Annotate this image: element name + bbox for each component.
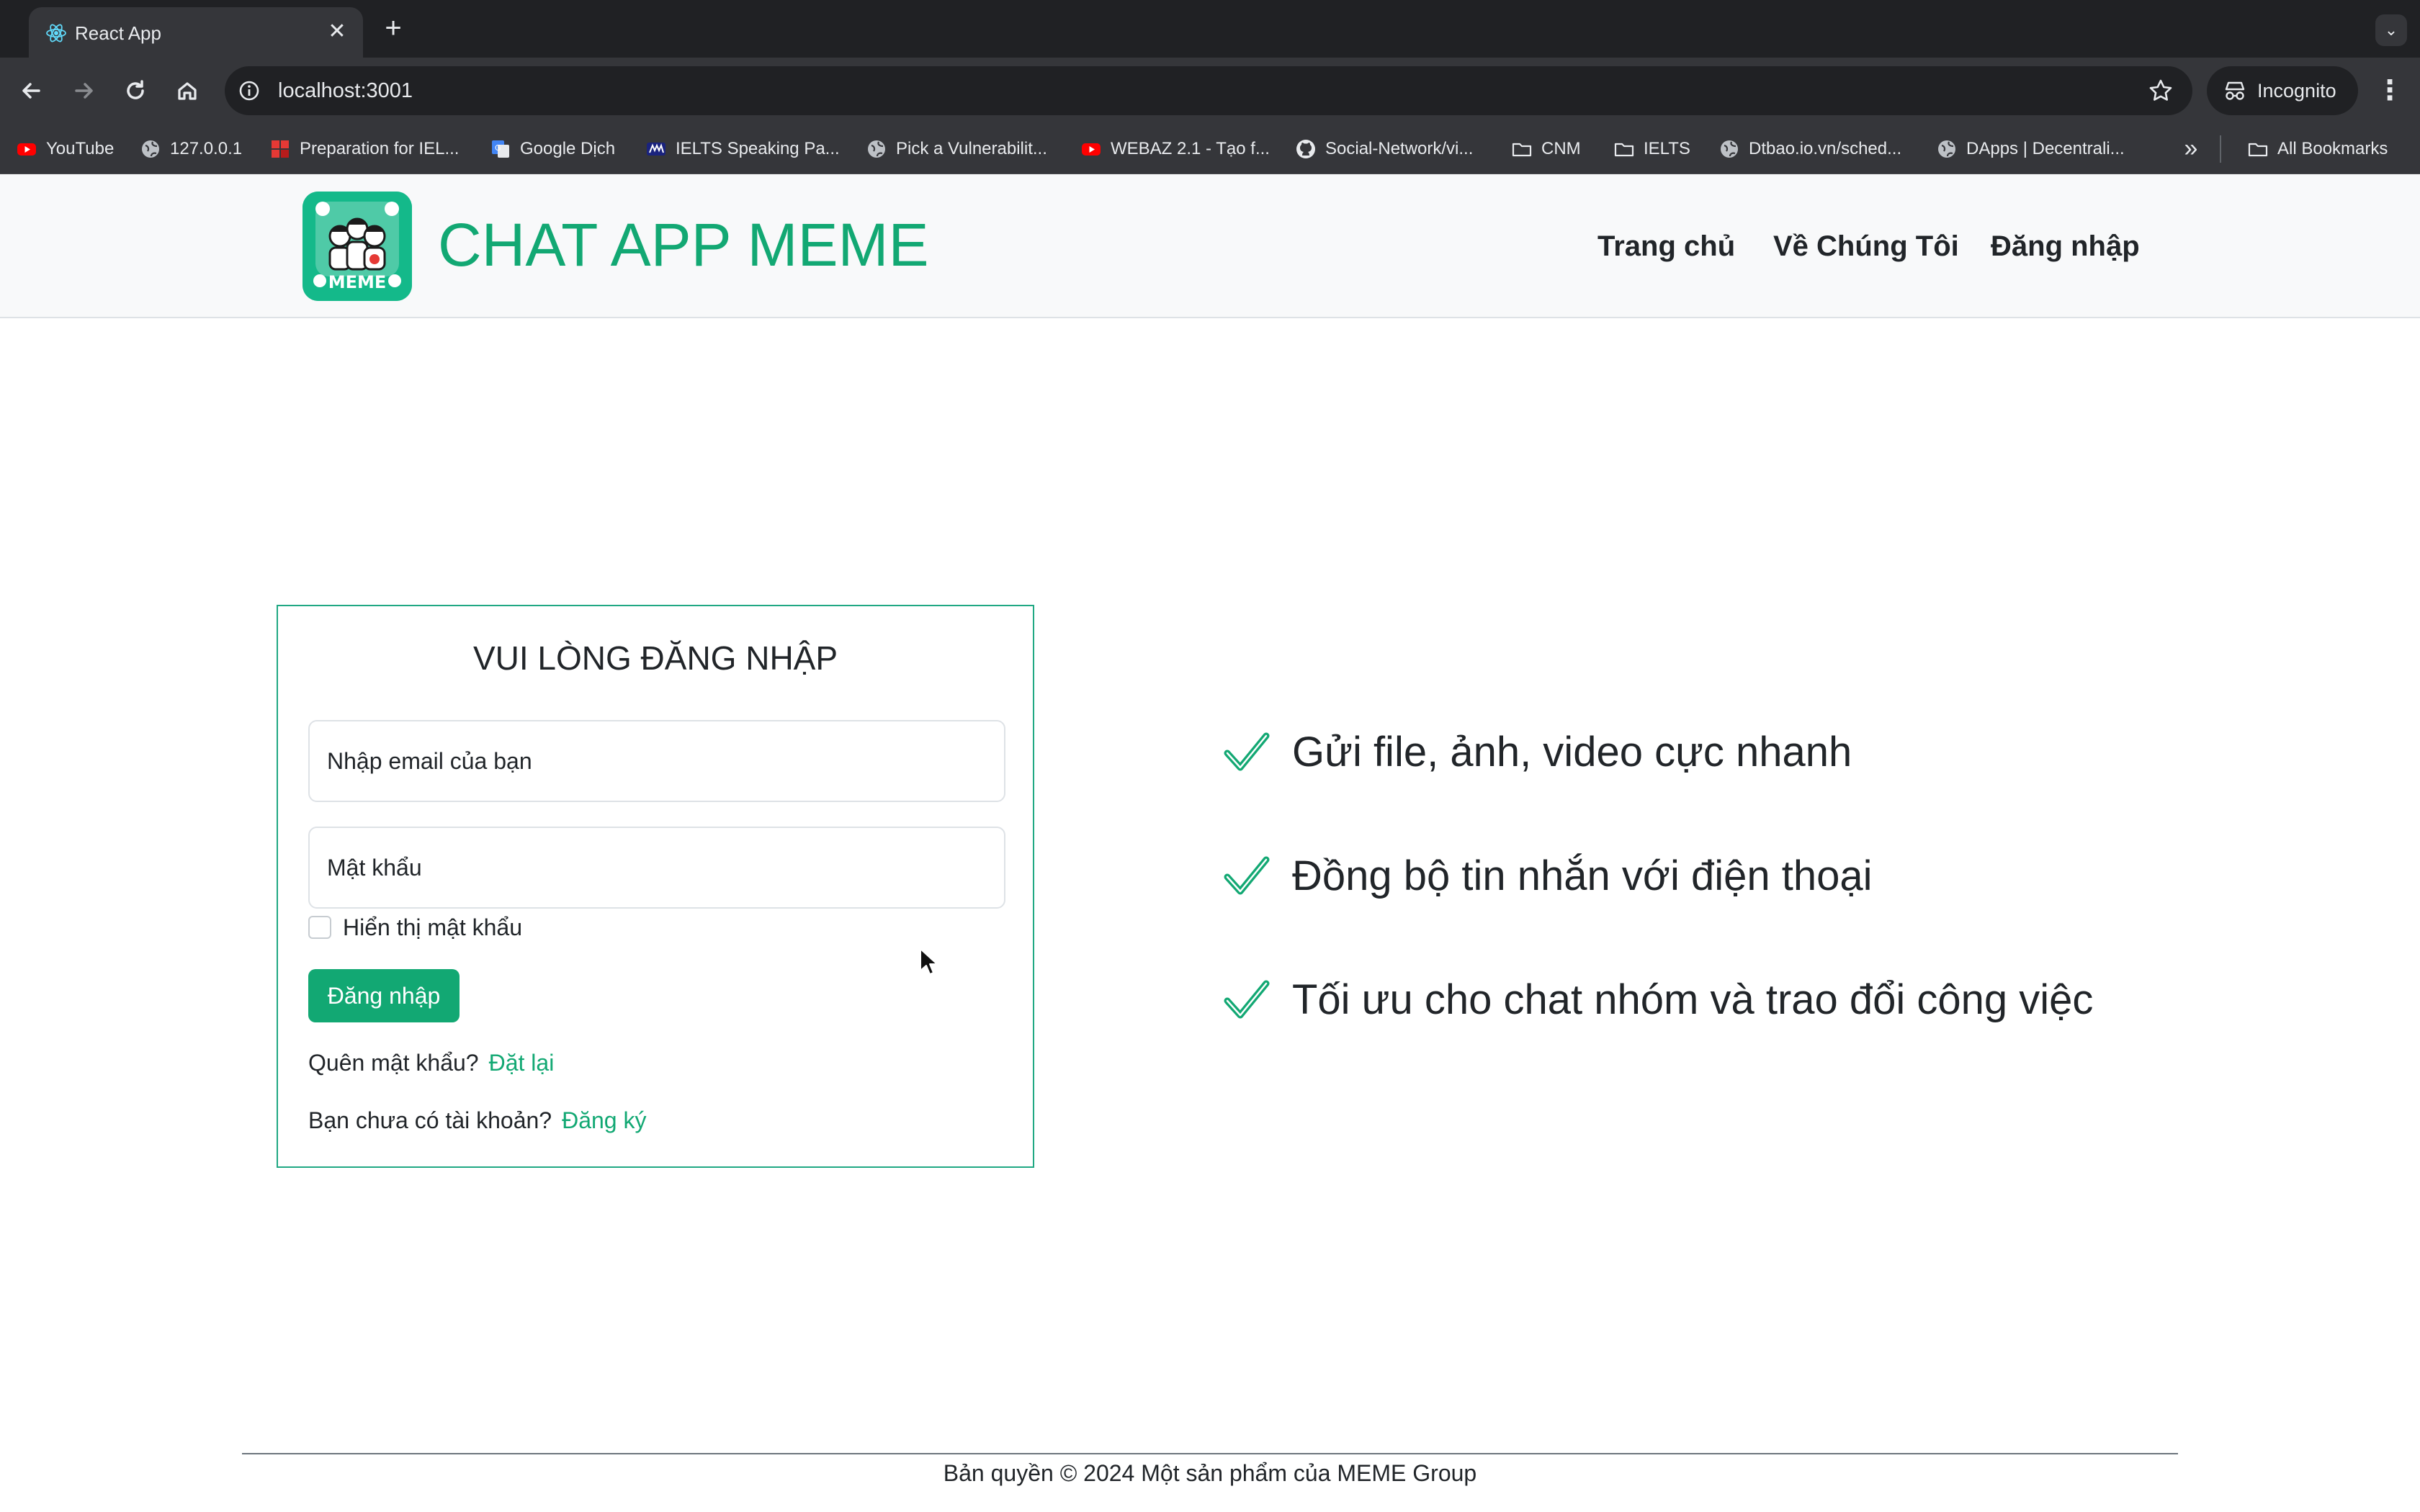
incognito-label: Incognito [2257, 80, 2336, 102]
forgot-password-text: Quên mật khẩu? [308, 1050, 479, 1076]
browser-tab-strip: React App ✕ + ⌄ [0, 0, 2420, 58]
bookmark-item[interactable]: IELTS Speaking Pa... [645, 137, 840, 161]
site-header: MEME CHAT APP MEME Trang chủ Về Chúng Tô… [0, 174, 2420, 318]
bookmark-item[interactable]: Preparation for IEL... [269, 137, 459, 161]
folder-icon [1512, 143, 1532, 157]
tab-search-icon[interactable]: ⌄ [2375, 14, 2407, 46]
incognito-icon [2225, 81, 2245, 100]
svg-text:G: G [495, 143, 501, 153]
feature-text: Đồng bộ tin nhắn với điện thoại [1292, 852, 1873, 899]
meme-logo-icon: MEME [302, 192, 412, 301]
bookmark-star-icon[interactable] [2146, 76, 2175, 105]
nav-home[interactable]: Trang chủ [1597, 228, 1735, 265]
check-icon [1224, 980, 1270, 1019]
tab-title: React App [75, 22, 161, 44]
browser-tab[interactable]: React App ✕ [29, 7, 363, 58]
reset-password-link[interactable]: Đặt lại [489, 1050, 555, 1076]
react-icon [46, 24, 66, 42]
nav-about[interactable]: Về Chúng Tôi [1773, 228, 1959, 265]
all-bookmarks-button[interactable]: All Bookmarks [2247, 137, 2388, 161]
feature-text: Tối ưu cho chat nhóm và trao đổi công vi… [1292, 976, 2094, 1023]
show-password-checkbox[interactable] [308, 916, 331, 939]
red-grid-icon [272, 140, 289, 158]
site-info-icon[interactable] [236, 78, 262, 104]
bookmark-item[interactable]: WEBAZ 2.1 - Tạo f... [1080, 137, 1270, 161]
app-logo[interactable]: MEME [302, 192, 412, 301]
new-tab-button[interactable]: + [377, 13, 409, 45]
bookmark-item[interactable]: Pick a Vulnerabilit... [866, 137, 1047, 161]
bookmarks-bar: YouTube 127.0.0.1 Preparation for IEL...… [0, 124, 2420, 174]
folder-icon [2248, 143, 2268, 157]
bookmark-item[interactable]: YouTube [16, 137, 114, 161]
password-field[interactable] [308, 827, 1005, 909]
incognito-indicator[interactable]: Incognito [2207, 66, 2358, 115]
check-icon [1224, 856, 1270, 895]
email-field[interactable] [308, 720, 1005, 802]
bookmark-item[interactable]: G Google Dịch [490, 137, 615, 161]
reload-icon[interactable] [118, 73, 153, 108]
no-account-text: Bạn chưa có tài khoản? [308, 1107, 552, 1133]
bookmark-item[interactable]: Social-Network/vi... [1295, 137, 1473, 161]
register-line: Bạn chưa có tài khoản? Đăng ký [308, 1106, 646, 1135]
register-link[interactable]: Đăng ký [562, 1107, 646, 1133]
logo-text: MEME [328, 272, 387, 292]
youtube-icon [17, 143, 36, 156]
browser-toolbar: localhost:3001 Incognito ⋮ [0, 58, 2420, 124]
github-icon [1296, 140, 1315, 158]
login-card: VUI LÒNG ĐĂNG NHẬP Hiển thị mật khẩu Đăn… [277, 605, 1034, 1168]
folder-icon [1614, 143, 1634, 157]
mouse-cursor-icon [920, 948, 938, 975]
globe-icon [868, 140, 885, 158]
google-translate-icon: G [492, 140, 509, 158]
bookmark-item[interactable]: DApps | Decentrali... [1936, 137, 2125, 161]
globe-icon [1938, 140, 1955, 158]
forgot-password-line: Quên mật khẩu? Đặt lại [308, 1048, 554, 1077]
address-bar[interactable]: localhost:3001 [225, 66, 2192, 115]
feature-text: Gửi file, ảnh, video cực nhanh [1292, 729, 1852, 775]
globe-icon [142, 140, 159, 158]
browser-menu-icon[interactable]: ⋮ [2372, 73, 2407, 108]
ielts-icon [647, 143, 666, 156]
more-bookmarks-icon[interactable]: » [2177, 134, 2205, 163]
bookmark-item[interactable]: 127.0.0.1 [140, 137, 242, 161]
bookmark-item[interactable]: CNM [1511, 137, 1581, 161]
login-title: VUI LÒNG ĐĂNG NHẬP [472, 639, 838, 677]
nav-login[interactable]: Đăng nhập [1991, 228, 2140, 265]
forward-icon[interactable] [66, 73, 101, 108]
url-text: localhost:3001 [278, 79, 413, 102]
login-button[interactable]: Đăng nhập [308, 969, 460, 1022]
youtube-icon [1082, 143, 1101, 156]
bookmarks-divider [2220, 135, 2221, 163]
close-tab-icon[interactable]: ✕ [324, 19, 350, 45]
brand-name[interactable]: CHAT APP MEME [438, 209, 929, 281]
back-icon[interactable] [14, 73, 49, 108]
footer-divider [242, 1453, 2178, 1454]
bookmark-item[interactable]: IELTS [1613, 137, 1690, 161]
home-icon[interactable] [170, 73, 205, 108]
footer-copyright: Bản quyền © 2024 Một sản phẩm của MEME G… [943, 1460, 1477, 1486]
show-password-label[interactable]: Hiển thị mật khẩu [343, 913, 522, 942]
check-icon [1224, 732, 1270, 771]
globe-icon [1721, 140, 1738, 158]
bookmark-item[interactable]: Dtbao.io.vn/sched... [1718, 137, 1901, 161]
